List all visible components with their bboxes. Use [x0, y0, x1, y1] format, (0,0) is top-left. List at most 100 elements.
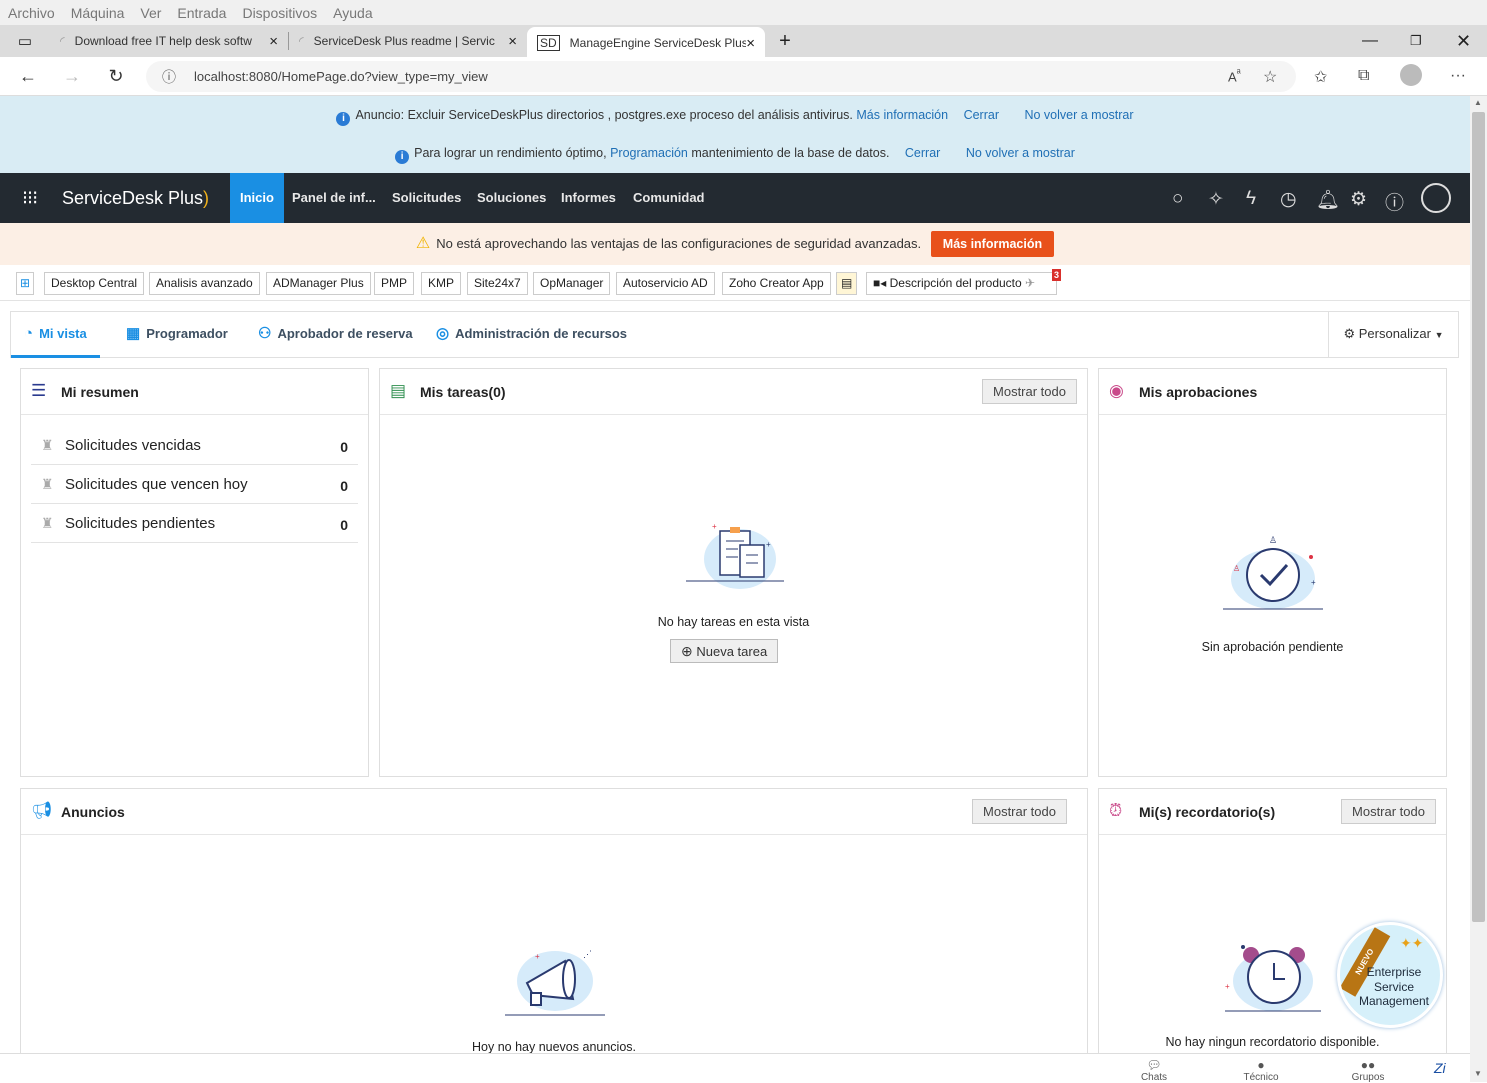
menu-maquina[interactable]: Máquina — [71, 5, 125, 21]
announcements-show-all-button[interactable]: Mostrar todo — [972, 799, 1067, 824]
scroll-down-icon[interactable]: ▼ — [1474, 1069, 1482, 1078]
tasks-empty-text: No hay tareas en esta vista — [657, 615, 810, 629]
calendar-icon: ▦ — [126, 325, 141, 342]
scroll-up-icon[interactable]: ▲ — [1474, 98, 1482, 107]
more-info-link[interactable]: Más información — [856, 108, 948, 122]
quicklink-admanager[interactable]: ADManager Plus — [266, 272, 371, 295]
user-avatar-icon[interactable] — [1421, 183, 1451, 213]
nav-panel[interactable]: Panel de inf... — [282, 173, 386, 223]
nav-soluciones[interactable]: Soluciones — [467, 173, 556, 223]
notification-bell-icon[interactable]: 🔔︎ — [1316, 188, 1340, 212]
settings-gear-icon[interactable]: ⚙ — [1350, 188, 1367, 211]
search-icon[interactable]: ○ — [1172, 188, 1183, 210]
app-logo[interactable]: ServiceDesk Plus) — [62, 188, 209, 209]
summary-row-pending[interactable]: ♜ Solicitudes pendientes 0 — [31, 504, 358, 543]
tab-favicon-icon: ◜ — [299, 34, 304, 48]
maintenance-suffix: mantenimiento de la base de datos. — [691, 146, 890, 160]
row-count: 0 — [340, 478, 348, 494]
tasks-show-all-button[interactable]: Mostrar todo — [982, 379, 1077, 404]
profile-avatar[interactable] — [1400, 64, 1422, 86]
dont-show-link[interactable]: No volver a mostrar — [966, 146, 1075, 160]
read-aloud-icon[interactable]: Aᵃ — [1228, 67, 1241, 84]
quicklink-zoho-creator[interactable]: Zoho Creator App — [722, 272, 831, 295]
product-description-link[interactable]: ■◂ Descripción del producto ✈ — [866, 272, 1057, 295]
nav-inicio[interactable]: Inicio — [230, 173, 284, 223]
quicklink-desktop-central[interactable]: Desktop Central — [44, 272, 145, 295]
close-tab-icon[interactable]: × — [269, 33, 278, 50]
forward-icon[interactable]: → — [50, 66, 94, 87]
nav-comunidad[interactable]: Comunidad — [623, 173, 715, 223]
close-tab-icon[interactable]: × — [746, 35, 755, 52]
reload-icon[interactable]: ↻ — [94, 66, 138, 87]
page-scrollbar[interactable]: ▲ ▼ — [1470, 96, 1487, 1082]
security-more-info-button[interactable]: Más información — [930, 231, 1055, 257]
panel-title: Mi resumen — [61, 384, 139, 400]
summary-row-due-today[interactable]: ♜ Solicitudes que vencen hoy 0 — [31, 465, 358, 504]
restore-icon[interactable]: ❐ — [1410, 33, 1422, 49]
tab-aprobador[interactable]: ⚇ Aprobador de reserva — [258, 312, 413, 358]
app-launcher-icon[interactable]: ⁝⁝⁝ — [22, 187, 38, 210]
help-icon[interactable]: ⓘ — [1385, 188, 1404, 215]
quicklink-opmanager[interactable]: OpManager — [533, 272, 611, 295]
approvals-empty-illustration: ♙ ♙ + — [1223, 535, 1323, 610]
quicklink-site24x7[interactable]: Site24x7 — [467, 272, 528, 295]
tab-programador[interactable]: ▦ Programador — [126, 312, 228, 358]
favorites-icon[interactable]: ✩ — [1314, 67, 1327, 87]
summary-row-overdue[interactable]: ♜ Solicitudes vencidas 0 — [31, 426, 358, 465]
nav-solicitudes[interactable]: Solicitudes — [382, 173, 471, 223]
tab-actions-icon[interactable]: ▭ — [0, 32, 50, 50]
tab-title: ServiceDesk Plus readme | Servic — [313, 34, 495, 48]
browser-tab-1[interactable]: ◜ Download free IT help desk softw × — [50, 27, 288, 55]
zoho-chat-icon[interactable]: Zi — [1434, 1060, 1446, 1076]
browser-tab-2[interactable]: ◜ ServiceDesk Plus readme | Servic × — [289, 27, 527, 55]
menu-archivo[interactable]: Archivo — [8, 5, 55, 21]
menu-ver[interactable]: Ver — [140, 5, 161, 21]
quick-create-icon[interactable]: ✧ — [1208, 188, 1224, 211]
esm-text: Enterprise Service Management — [1358, 965, 1430, 1008]
menu-entrada[interactable]: Entrada — [177, 5, 226, 21]
reminders-show-all-button[interactable]: Mostrar todo — [1341, 799, 1436, 824]
customize-dropdown[interactable]: ⚙ Personalizar ▼ — [1328, 312, 1458, 358]
close-link[interactable]: Cerrar — [964, 108, 999, 122]
clipboard-icon[interactable]: ▤ — [836, 272, 858, 295]
schedule-link[interactable]: Programación — [610, 146, 688, 160]
collections-icon[interactable]: ⧉ — [1358, 67, 1369, 85]
chat-icon: 💬︎ — [1146, 1058, 1162, 1072]
more-icon[interactable]: ··· — [1450, 67, 1466, 85]
new-task-button[interactable]: ⊕ Nueva tarea — [670, 639, 779, 663]
dont-show-link[interactable]: No volver a mostrar — [1024, 108, 1133, 122]
security-message: No está aprovechando las ventajas de las… — [436, 236, 922, 251]
quicklink-pmp[interactable]: PMP — [374, 272, 415, 295]
browser-tab-3[interactable]: SD ManageEngine ServiceDesk Plus × — [527, 27, 765, 59]
tab-mi-vista[interactable]: ◔ Mi vista — [11, 312, 100, 358]
chats-label: Chats — [1140, 1072, 1168, 1083]
history-icon[interactable]: ◷ — [1280, 188, 1297, 211]
minimize-icon[interactable]: — — [1362, 32, 1378, 50]
quicklink-analisis[interactable]: Analisis avanzado — [149, 272, 260, 295]
url-field[interactable]: ⓘ localhost:8080/HomePage.do?view_type=m… — [146, 61, 1296, 92]
groups-button[interactable]: ●● Grupos — [1343, 1058, 1393, 1083]
quicklink-kmp[interactable]: KMP — [421, 272, 462, 295]
esm-promo-badge[interactable]: NUEVO ✦✦ Enterprise Service Management — [1337, 922, 1443, 1028]
info-icon[interactable]: ⓘ — [162, 67, 176, 87]
technician-button[interactable]: ● Técnico — [1236, 1058, 1286, 1083]
approvals-panel: ◉ Mis aprobaciones ♙ ♙ + Sin aprobación p… — [1098, 368, 1447, 777]
back-icon[interactable]: ← — [6, 66, 50, 87]
add-favorite-icon[interactable]: ☆ — [1263, 67, 1277, 87]
tab-label: Mi vista — [39, 326, 87, 341]
chats-button[interactable]: 💬︎ Chats — [1129, 1058, 1179, 1083]
close-tab-icon[interactable]: × — [508, 33, 517, 50]
quicklink-autoservicio[interactable]: Autoservicio AD — [616, 272, 715, 295]
tab-title: ManageEngine ServiceDesk Plus — [569, 36, 747, 50]
product-description-text: Descripción del producto — [889, 276, 1022, 290]
close-window-icon[interactable]: ✕ — [1456, 31, 1471, 52]
nav-informes[interactable]: Informes — [551, 173, 626, 223]
tab-recursos[interactable]: ◎ Administración de recursos — [436, 312, 627, 358]
new-tab-icon[interactable]: + — [765, 30, 805, 53]
menu-dispositivos[interactable]: Dispositivos — [242, 5, 317, 21]
scroll-thumb[interactable] — [1472, 112, 1485, 922]
menu-ayuda[interactable]: Ayuda — [333, 5, 372, 21]
add-quicklink-icon[interactable]: ⊞ — [16, 272, 35, 295]
close-link[interactable]: Cerrar — [905, 146, 940, 160]
lightning-icon[interactable]: ϟ — [1246, 188, 1256, 210]
